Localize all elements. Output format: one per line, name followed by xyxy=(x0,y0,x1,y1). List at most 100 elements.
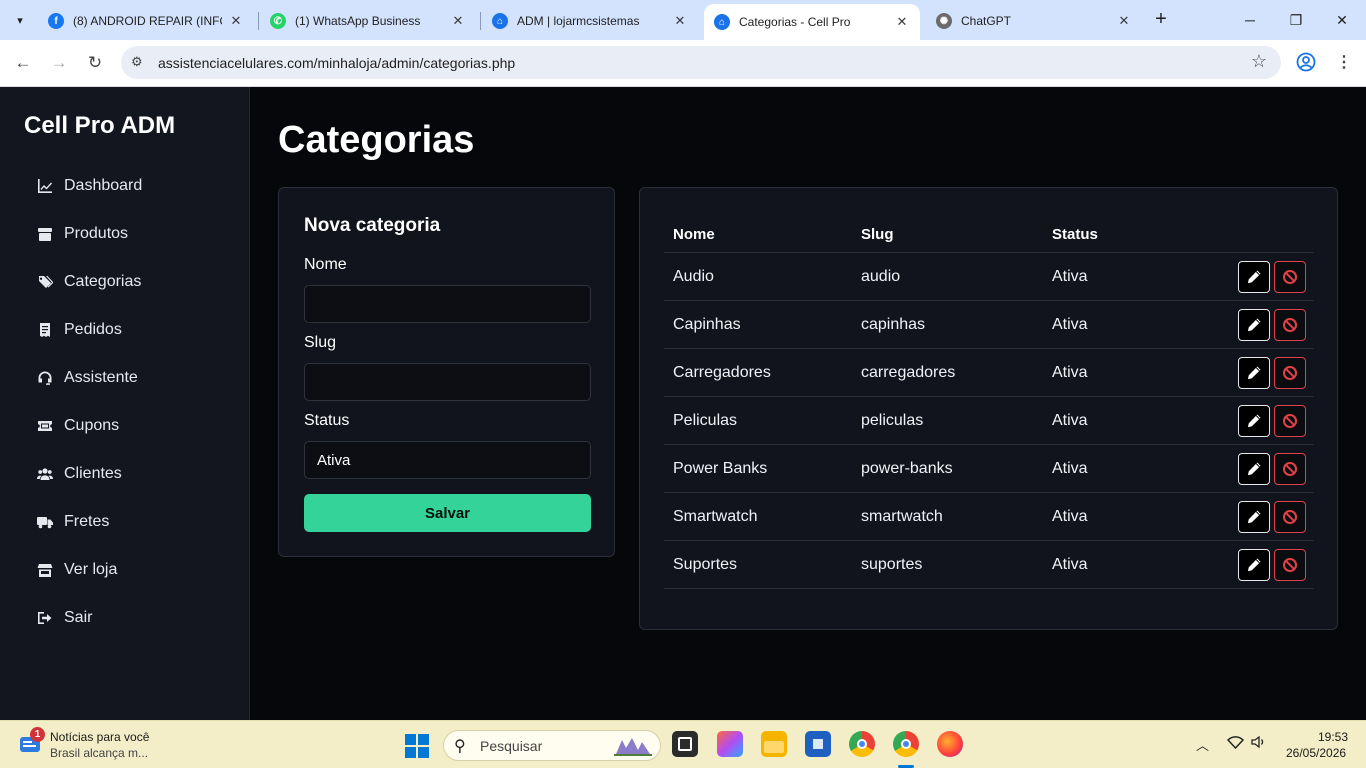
pencil-icon xyxy=(1246,557,1262,573)
browser-tab-active[interactable]: ⌂ Categorias - Cell Pro ✕ xyxy=(704,4,920,40)
sidebar-item-label: Ver loja xyxy=(64,561,118,578)
nome-input[interactable] xyxy=(304,285,591,323)
omnibox[interactable]: ⚙ assistenciacelulares.com/minhaloja/adm… xyxy=(121,46,1281,79)
slug-input[interactable] xyxy=(304,363,591,401)
disable-button[interactable] xyxy=(1274,500,1306,533)
save-button[interactable]: Salvar xyxy=(304,494,591,532)
disable-button[interactable] xyxy=(1274,260,1306,293)
edit-button[interactable] xyxy=(1238,308,1270,341)
clock-time[interactable]: 19:53 xyxy=(1318,730,1348,744)
search-placeholder: Pesquisar xyxy=(480,738,543,754)
news-subtitle: Brasil alcança m... xyxy=(50,746,149,760)
copilot-icon[interactable] xyxy=(717,731,743,757)
task-view-icon[interactable] xyxy=(672,731,698,757)
wifi-icon[interactable] xyxy=(1226,735,1245,752)
edit-button[interactable] xyxy=(1238,260,1270,293)
disable-button[interactable] xyxy=(1274,452,1306,485)
search-highlight-icon xyxy=(614,738,652,756)
close-icon[interactable]: ✕ xyxy=(450,13,466,29)
cell-status: Ativa xyxy=(1052,411,1088,429)
pencil-icon xyxy=(1246,269,1262,285)
close-icon[interactable]: ✕ xyxy=(228,13,244,29)
form-title: Nova categoria xyxy=(304,215,441,236)
firefox-icon[interactable] xyxy=(937,731,963,757)
url-text[interactable]: assistenciacelulares.com/minhaloja/admin… xyxy=(158,55,515,71)
edit-button[interactable] xyxy=(1238,452,1270,485)
bookmark-star-icon[interactable]: ☆ xyxy=(1251,51,1267,72)
taskbar-search[interactable]: ⚲ Pesquisar xyxy=(443,730,661,761)
disable-button[interactable] xyxy=(1274,404,1306,437)
microsoft-store-icon[interactable] xyxy=(805,731,831,757)
disable-button[interactable] xyxy=(1274,548,1306,581)
edit-button[interactable] xyxy=(1238,404,1270,437)
cell-slug: audio xyxy=(861,267,901,285)
sidebar-item-categorias[interactable]: Categorias xyxy=(0,258,250,306)
minimize-icon[interactable]: ─ xyxy=(1238,8,1262,32)
browser-tab[interactable]: ✺ ChatGPT ✕ xyxy=(926,6,1142,36)
sidebar-item-dashboard[interactable]: Dashboard xyxy=(0,162,250,210)
file-explorer-icon[interactable] xyxy=(761,731,787,757)
table-row: Power Banks power-banks Ativa xyxy=(664,445,1314,493)
forward-icon[interactable]: → xyxy=(47,51,71,75)
site-info-icon[interactable]: ⚙ xyxy=(131,54,147,70)
chrome-profile-icon[interactable] xyxy=(893,731,919,757)
store-icon xyxy=(36,561,54,579)
back-icon[interactable]: ← xyxy=(11,51,35,75)
clock-date[interactable]: 26/05/2026 xyxy=(1286,746,1346,760)
ban-icon xyxy=(1282,413,1298,429)
restore-icon[interactable]: ❐ xyxy=(1284,8,1308,32)
edit-button[interactable] xyxy=(1238,548,1270,581)
disable-button[interactable] xyxy=(1274,356,1306,389)
ban-icon xyxy=(1282,509,1298,525)
pencil-icon xyxy=(1246,461,1262,477)
sidebar-item-pedidos[interactable]: Pedidos xyxy=(0,306,250,354)
cell-slug: suportes xyxy=(861,555,923,573)
profile-icon[interactable] xyxy=(1296,52,1316,72)
sidebar-item-assistente[interactable]: Assistente xyxy=(0,354,250,402)
cell-status: Ativa xyxy=(1052,315,1088,333)
categories-table: Nome Slug Status Audio audio Ativa Capinhas… xyxy=(664,216,1314,589)
sidebar-item-produtos[interactable]: Produtos xyxy=(0,210,250,258)
windows-start-icon[interactable] xyxy=(405,734,429,758)
home-icon: ⌂ xyxy=(714,14,730,30)
row-actions xyxy=(1212,548,1314,581)
close-icon[interactable]: ✕ xyxy=(672,13,688,29)
browser-tab[interactable]: ⌂ ADM | lojarmcsistemas ✕ xyxy=(482,6,698,36)
sidebar-item-label: Sair xyxy=(64,609,93,626)
disable-button[interactable] xyxy=(1274,308,1306,341)
edit-button[interactable] xyxy=(1238,500,1270,533)
cell-slug: peliculas xyxy=(861,411,924,429)
row-actions xyxy=(1212,260,1314,293)
sidebar-item-clientes[interactable]: Clientes xyxy=(0,450,250,498)
sidebar-item-cupons[interactable]: Cupons xyxy=(0,402,250,450)
sidebar-item-sair[interactable]: Sair xyxy=(0,594,250,642)
pencil-icon xyxy=(1246,317,1262,333)
volume-icon[interactable] xyxy=(1251,735,1267,752)
close-window-icon[interactable]: ✕ xyxy=(1330,8,1354,32)
table-row: Peliculas peliculas Ativa xyxy=(664,397,1314,445)
browser-tab[interactable]: f (8) ANDROID REPAIR (INFOC ✕ xyxy=(38,6,254,36)
tab-search-button[interactable]: ▾ xyxy=(8,8,32,32)
close-icon[interactable]: ✕ xyxy=(1116,13,1132,29)
brand-title: Cell Pro ADM xyxy=(24,112,176,139)
browser-menu-icon[interactable]: ⋮ xyxy=(1336,52,1352,72)
cell-nome: Capinhas xyxy=(673,315,741,333)
chrome-icon[interactable] xyxy=(849,731,875,757)
slug-label: Slug xyxy=(304,334,337,351)
new-tab-button[interactable]: + xyxy=(1150,8,1172,30)
pencil-icon xyxy=(1246,509,1262,525)
cell-status: Ativa xyxy=(1052,459,1088,477)
status-select[interactable]: Ativa xyxy=(304,441,591,479)
reload-icon[interactable]: ↻ xyxy=(83,51,107,75)
sidebar: Cell Pro ADM Dashboard Produtos Categori… xyxy=(0,87,250,720)
edit-button[interactable] xyxy=(1238,356,1270,389)
chevron-up-icon[interactable]: ︿ xyxy=(1196,735,1209,754)
ban-icon xyxy=(1282,557,1298,573)
cell-status: Ativa xyxy=(1052,507,1088,525)
close-icon[interactable]: ✕ xyxy=(894,14,910,30)
sidebar-item-label: Clientes xyxy=(64,465,122,482)
sidebar-item-fretes[interactable]: Fretes xyxy=(0,498,250,546)
pencil-icon xyxy=(1246,365,1262,381)
browser-tab[interactable]: ✆ (1) WhatsApp Business ✕ xyxy=(260,6,476,36)
sidebar-item-ver-loja[interactable]: Ver loja xyxy=(0,546,250,594)
